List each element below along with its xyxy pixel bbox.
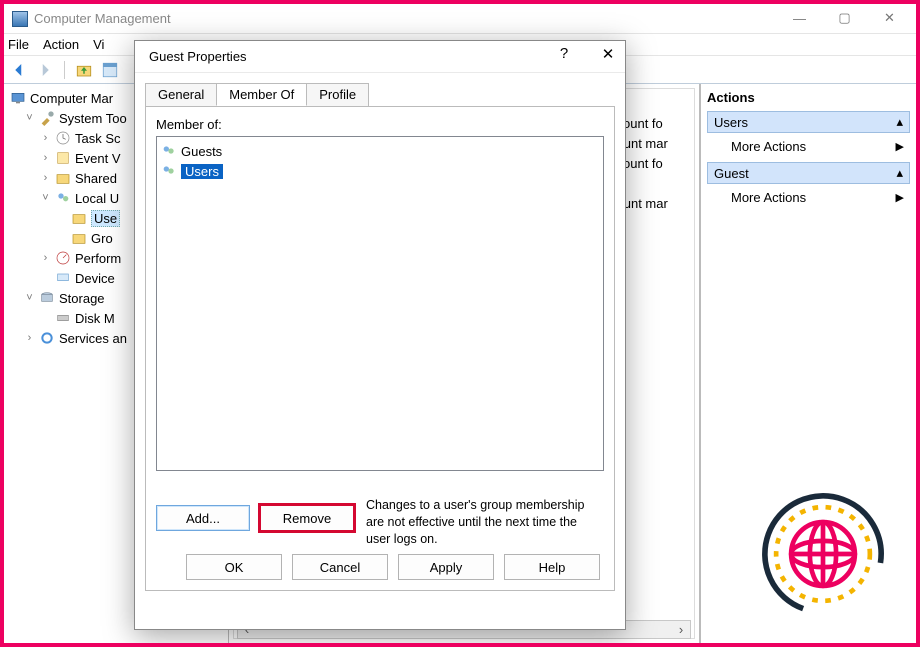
dialog-tabs: General Member Of Profile	[145, 83, 615, 106]
tree-services[interactable]: Services an	[59, 331, 127, 346]
dialog-title: Guest Properties	[149, 49, 247, 64]
group-icon	[161, 143, 177, 159]
expand-icon[interactable]: ˅	[24, 112, 35, 124]
tab-general[interactable]: General	[145, 83, 217, 106]
tree-device-manager[interactable]: Device	[75, 271, 115, 286]
tools-icon	[39, 110, 55, 126]
expand-icon[interactable]: ›	[24, 332, 35, 344]
users-groups-icon	[55, 190, 71, 206]
disk-icon	[55, 310, 71, 326]
collapse-icon[interactable]: ▴	[896, 114, 903, 130]
expand-icon[interactable]: ›	[40, 132, 51, 144]
scroll-right-icon[interactable]: ›	[672, 622, 690, 637]
minimize-button[interactable]: —	[777, 4, 822, 32]
event-icon	[55, 150, 71, 166]
tree-disk-management[interactable]: Disk M	[75, 311, 115, 326]
remove-group-button[interactable]: Remove	[260, 505, 354, 531]
group-item-guests[interactable]: Guests	[161, 141, 599, 161]
menu-file[interactable]: File	[8, 37, 29, 52]
expand-icon[interactable]: ›	[40, 152, 51, 164]
expand-icon[interactable]: ›	[40, 252, 51, 264]
folder-icon	[71, 230, 87, 246]
chevron-right-icon: ▶	[896, 140, 904, 153]
back-icon[interactable]	[10, 61, 28, 79]
dialog-titlebar[interactable]: Guest Properties ? ✕	[135, 41, 625, 73]
actions-more-guest[interactable]: More Actions▶	[707, 184, 910, 211]
tree-event-viewer[interactable]: Event V	[75, 151, 121, 166]
actions-title: Actions	[707, 90, 910, 109]
window-title: Computer Management	[34, 11, 171, 26]
help-button[interactable]: Help	[504, 554, 600, 580]
tab-member-of[interactable]: Member Of	[216, 83, 307, 106]
tree-local-users[interactable]: Local U	[75, 191, 119, 206]
tree-system-tools[interactable]: System Too	[59, 111, 127, 126]
dialog-help-button[interactable]: ?	[553, 45, 575, 63]
membership-note: Changes to a user's group membership are…	[366, 497, 602, 548]
tree-groups-node[interactable]: Gro	[91, 231, 113, 246]
menu-view[interactable]: Vi	[93, 37, 104, 52]
tree-performance[interactable]: Perform	[75, 251, 121, 266]
tree-task-scheduler[interactable]: Task Sc	[75, 131, 121, 146]
group-item-users-label: Users	[181, 164, 223, 179]
tree-storage[interactable]: Storage	[59, 291, 105, 306]
guest-properties-dialog: Guest Properties ? ✕ General Member Of P…	[134, 40, 626, 630]
dialog-close-button[interactable]: ✕	[597, 45, 619, 63]
performance-icon	[55, 250, 71, 266]
ok-button[interactable]: OK	[186, 554, 282, 580]
folder-up-icon[interactable]	[75, 61, 93, 79]
group-icon	[161, 163, 177, 179]
shared-folders-icon	[55, 170, 71, 186]
computer-icon	[10, 90, 26, 106]
properties-icon[interactable]	[101, 61, 119, 79]
forward-icon[interactable]	[36, 61, 54, 79]
cancel-button[interactable]: Cancel	[292, 554, 388, 580]
tree-users-node[interactable]: Use	[91, 210, 120, 227]
clock-icon	[55, 130, 71, 146]
group-item-users[interactable]: Users	[161, 161, 599, 181]
storage-icon	[39, 290, 55, 306]
menu-action[interactable]: Action	[43, 37, 79, 52]
folder-icon	[71, 210, 87, 226]
tab-panel-member-of: Member of: Guests Users Add... Remove Ch…	[145, 106, 615, 591]
chevron-right-icon: ▶	[896, 191, 904, 204]
window-titlebar: Computer Management — ▢ ✕	[4, 4, 916, 34]
window-close-button[interactable]: ✕	[867, 4, 912, 32]
expand-icon[interactable]: ›	[40, 172, 51, 184]
app-icon	[12, 11, 28, 27]
collapse-icon[interactable]: ˅	[40, 192, 51, 204]
collapse-icon[interactable]: ▴	[896, 165, 903, 181]
tree-root[interactable]: Computer Mar	[30, 91, 113, 106]
member-of-label: Member of:	[156, 117, 604, 132]
apply-button[interactable]: Apply	[398, 554, 494, 580]
device-icon	[55, 270, 71, 286]
maximize-button[interactable]: ▢	[822, 4, 867, 32]
tree-shared-folders[interactable]: Shared	[75, 171, 117, 186]
services-icon	[39, 330, 55, 346]
collapse-icon[interactable]: ˅	[24, 292, 35, 304]
actions-header-users[interactable]: Users ▴	[707, 111, 910, 133]
member-of-list[interactable]: Guests Users	[156, 136, 604, 471]
actions-panel: Actions Users ▴ More Actions▶ Guest ▴ Mo…	[700, 84, 916, 643]
tab-profile[interactable]: Profile	[306, 83, 369, 106]
add-group-button[interactable]: Add...	[156, 505, 250, 531]
actions-header-guest[interactable]: Guest ▴	[707, 162, 910, 184]
actions-more-users[interactable]: More Actions▶	[707, 133, 910, 160]
